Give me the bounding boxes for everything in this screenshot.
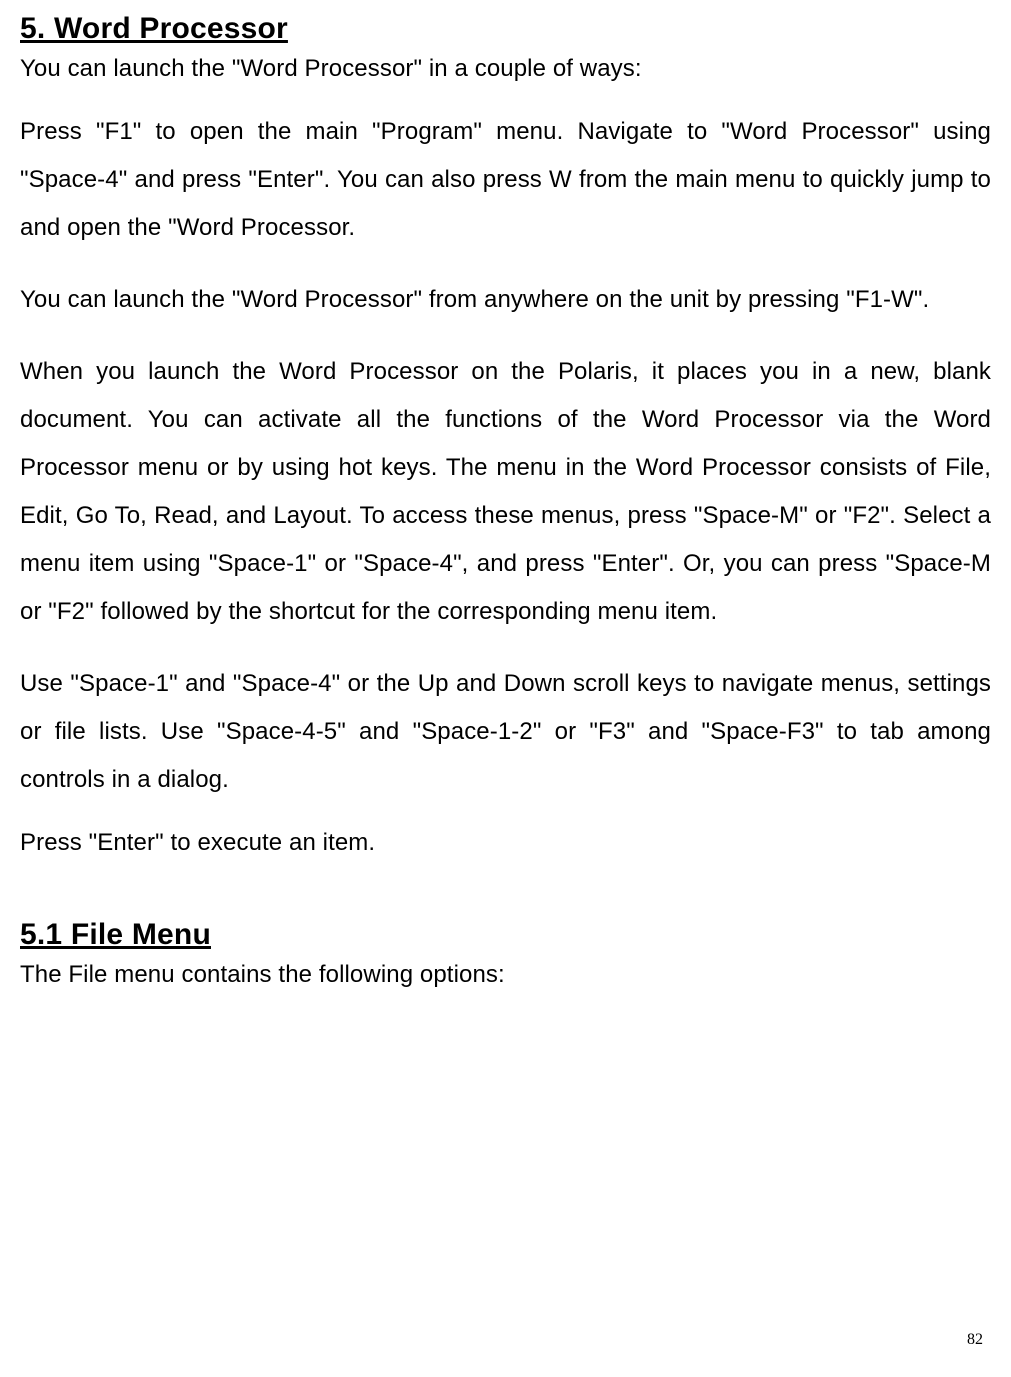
body-paragraph: Press "Enter" to execute an item. (20, 828, 991, 858)
body-paragraph: Press "F1" to open the main "Program" me… (20, 108, 991, 252)
body-paragraph: The File menu contains the following opt… (20, 960, 991, 990)
body-paragraph: You can launch the "Word Processor" from… (20, 276, 991, 324)
body-paragraph: You can launch the "Word Processor" in a… (20, 54, 991, 84)
body-paragraph: Use "Space-1" and "Space-4" or the Up an… (20, 660, 991, 804)
section-heading: 5. Word Processor (20, 12, 991, 46)
page-number: 82 (967, 1331, 983, 1349)
subsection-heading: 5.1 File Menu (20, 918, 991, 952)
body-paragraph: When you launch the Word Processor on th… (20, 348, 991, 636)
